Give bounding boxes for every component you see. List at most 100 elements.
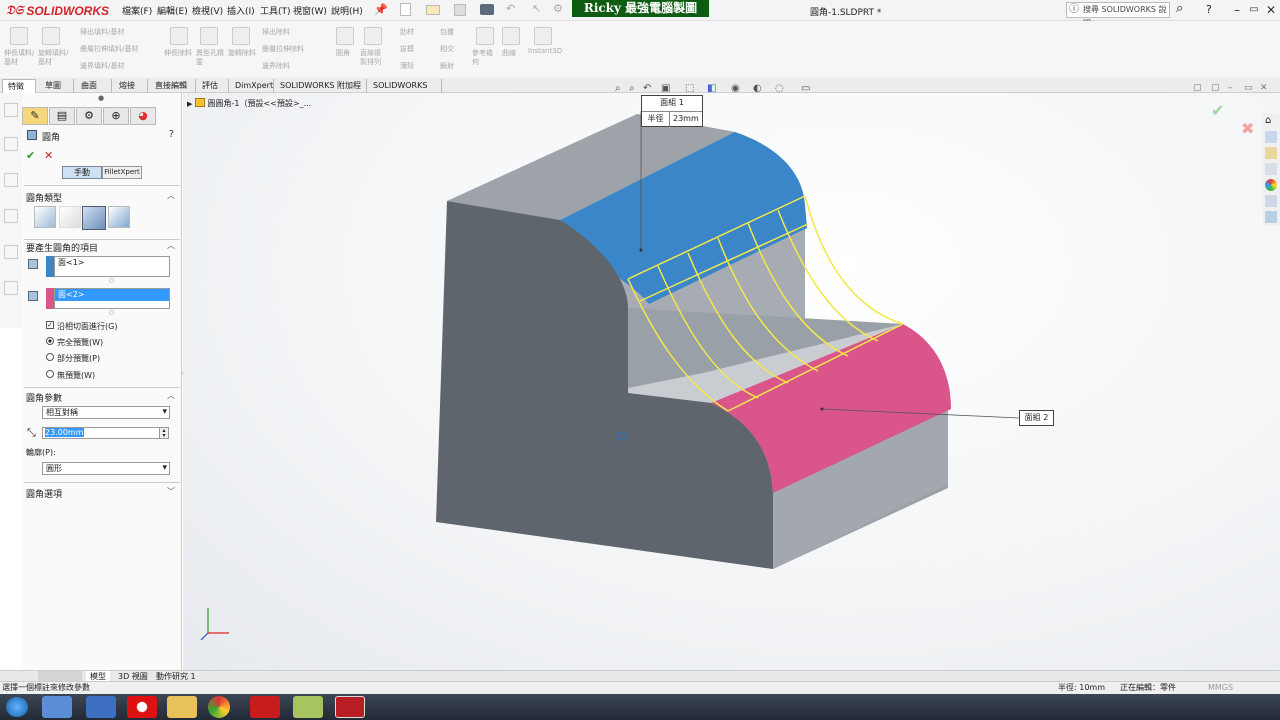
model-3d[interactable]: [183, 93, 1280, 670]
menu-insert[interactable]: 插入(I): [227, 4, 255, 17]
menu-edit[interactable]: 編輯(E): [157, 4, 188, 17]
fillet-icon[interactable]: [336, 27, 354, 45]
feature-manager-tab[interactable]: ✎: [22, 107, 48, 125]
reference-geometry-icon[interactable]: [476, 27, 494, 45]
design-library-icon[interactable]: [1265, 131, 1277, 143]
strip-icon[interactable]: [4, 209, 18, 223]
pin-icon[interactable]: 📌: [374, 3, 388, 16]
chevron-up-icon[interactable]: ︿: [167, 390, 175, 401]
property-manager-tab[interactable]: ▤: [49, 107, 75, 125]
tab-direct-editing[interactable]: 直接編輯: [150, 79, 196, 93]
confirm-ok-icon[interactable]: ✔: [1211, 101, 1224, 120]
cut-extrude-icon[interactable]: [170, 27, 188, 45]
no-preview-radio[interactable]: [46, 370, 54, 378]
callout1-value[interactable]: 23mm: [670, 112, 699, 127]
app-taskbar-icon[interactable]: [293, 696, 323, 718]
mirror-label[interactable]: 鏡射: [440, 62, 468, 71]
chrome-taskbar-icon[interactable]: [208, 696, 230, 718]
tile-icon[interactable]: ▢: [1193, 83, 1202, 93]
full-preview-radio[interactable]: [46, 337, 54, 345]
minimize-button[interactable]: –: [1230, 3, 1244, 17]
strip-icon[interactable]: [4, 281, 18, 295]
search-icon[interactable]: ⌕: [1176, 1, 1183, 16]
boss-extrude-icon[interactable]: [10, 27, 28, 45]
folder-taskbar-icon[interactable]: [167, 696, 197, 718]
tab-addins[interactable]: SOLIDWORKS 附加程式: [275, 79, 367, 103]
view-restore-icon[interactable]: ▭: [1244, 83, 1253, 93]
explorer-taskbar-icon[interactable]: [42, 696, 72, 718]
file-explorer-icon[interactable]: [1265, 147, 1277, 159]
confirm-cancel-icon[interactable]: ✖: [1241, 119, 1254, 138]
close-button[interactable]: ✕: [1264, 3, 1278, 17]
maximize-button[interactable]: ▭: [1247, 3, 1261, 17]
help-question-icon[interactable]: ?: [1206, 3, 1212, 16]
callout-face-set1[interactable]: 面組 1 半徑 23mm: [641, 95, 703, 127]
loft-label[interactable]: 疊層拉伸填料/基材: [80, 45, 165, 54]
home-icon[interactable]: ⌂: [1265, 115, 1277, 127]
boundary-cut-label[interactable]: 邊界除料: [262, 62, 322, 71]
loft-cut-label[interactable]: 疊層拉伸除料: [262, 45, 322, 54]
face-fillet-icon[interactable]: [82, 206, 106, 230]
sweep-cut-label[interactable]: 掃出除料: [262, 28, 322, 37]
fillet-method-select[interactable]: 相互對稱: [42, 406, 170, 419]
mode-manual-button[interactable]: 手動: [62, 166, 102, 179]
collapse-handle-icon[interactable]: ●: [98, 94, 104, 102]
shell-label[interactable]: 薄殼: [400, 62, 428, 71]
resize-handle-icon[interactable]: ○: [109, 309, 114, 316]
chevron-down-icon[interactable]: ﹀: [167, 486, 175, 497]
help-icon[interactable]: ?: [169, 129, 174, 140]
radius-input[interactable]: 23.00mm: [42, 427, 160, 439]
draft-label[interactable]: 拔模: [400, 45, 428, 54]
strip-icon[interactable]: [4, 137, 18, 151]
strip-icon[interactable]: [4, 103, 18, 117]
display-manager-tab[interactable]: ◕: [130, 107, 156, 125]
custom-properties-icon[interactable]: [1265, 195, 1277, 207]
new-doc-icon[interactable]: [400, 3, 411, 16]
instant3d-icon[interactable]: [534, 27, 552, 45]
start-button-icon[interactable]: [6, 697, 28, 717]
opera-taskbar-icon[interactable]: [127, 696, 157, 718]
cancel-icon[interactable]: ✕: [44, 149, 53, 162]
hole-wizard-icon[interactable]: [200, 27, 218, 45]
face-set2-item[interactable]: 面<2>: [55, 289, 169, 301]
full-round-fillet-icon[interactable]: [108, 206, 130, 228]
tab-features[interactable]: 特徵: [2, 79, 36, 93]
menu-file[interactable]: 檔案(F): [122, 4, 152, 17]
profile-select[interactable]: 圓形: [42, 462, 170, 475]
undo-icon[interactable]: ↶: [506, 2, 515, 15]
forum-icon[interactable]: [1265, 211, 1277, 223]
linear-pattern-icon[interactable]: [364, 27, 382, 45]
tangent-propagation-checkbox[interactable]: ✓: [46, 321, 54, 329]
chevron-up-icon[interactable]: ︿: [167, 240, 175, 251]
network-taskbar-icon[interactable]: [86, 696, 116, 718]
dimxpert-manager-tab[interactable]: ⊕: [103, 107, 129, 125]
strip-icon[interactable]: [4, 245, 18, 259]
menu-help[interactable]: 說明(H): [331, 4, 363, 17]
partial-preview-radio[interactable]: [46, 353, 54, 361]
radius-spinner[interactable]: ▴ ▾: [159, 427, 169, 439]
intersect-label[interactable]: 相交: [440, 45, 468, 54]
help-search-input[interactable]: ⓘ 搜尋 SOLIDWORKS 說明: [1066, 2, 1170, 28]
callout-face-set2[interactable]: 面組 2: [1019, 410, 1054, 426]
revolve-icon[interactable]: [42, 27, 60, 45]
strip-icon[interactable]: [4, 173, 18, 187]
restore-icon[interactable]: ▢: [1211, 83, 1220, 93]
menu-view[interactable]: 檢視(V): [192, 4, 223, 17]
variable-size-fillet-icon[interactable]: [59, 206, 81, 228]
solidworks-logo[interactable]: 𝔇𝔖 SOLIDWORKS: [6, 2, 109, 19]
tab-evaluate[interactable]: 評估: [197, 79, 229, 93]
constant-size-fillet-icon[interactable]: [34, 206, 56, 228]
tab-dimxpert[interactable]: DimXpert: [230, 79, 274, 93]
mode-filletxpert-button[interactable]: FilletXpert: [102, 166, 142, 179]
sweep-label[interactable]: 掃出填料/基材: [80, 28, 165, 37]
configuration-manager-tab[interactable]: ⚙: [76, 107, 102, 125]
ok-icon[interactable]: ✔: [26, 149, 35, 162]
face-set2-list[interactable]: 面<2>: [54, 288, 170, 309]
resize-handle-icon[interactable]: ○: [109, 277, 114, 284]
tab-sketch[interactable]: 草圖: [40, 79, 74, 93]
tab-surfaces[interactable]: 曲面: [76, 79, 112, 93]
options-icon[interactable]: ⚙: [553, 2, 563, 15]
rib-label[interactable]: 肋材: [400, 28, 428, 37]
solidworks-taskbar-icon[interactable]: [335, 696, 365, 718]
view-minimize-icon[interactable]: –: [1228, 83, 1233, 93]
